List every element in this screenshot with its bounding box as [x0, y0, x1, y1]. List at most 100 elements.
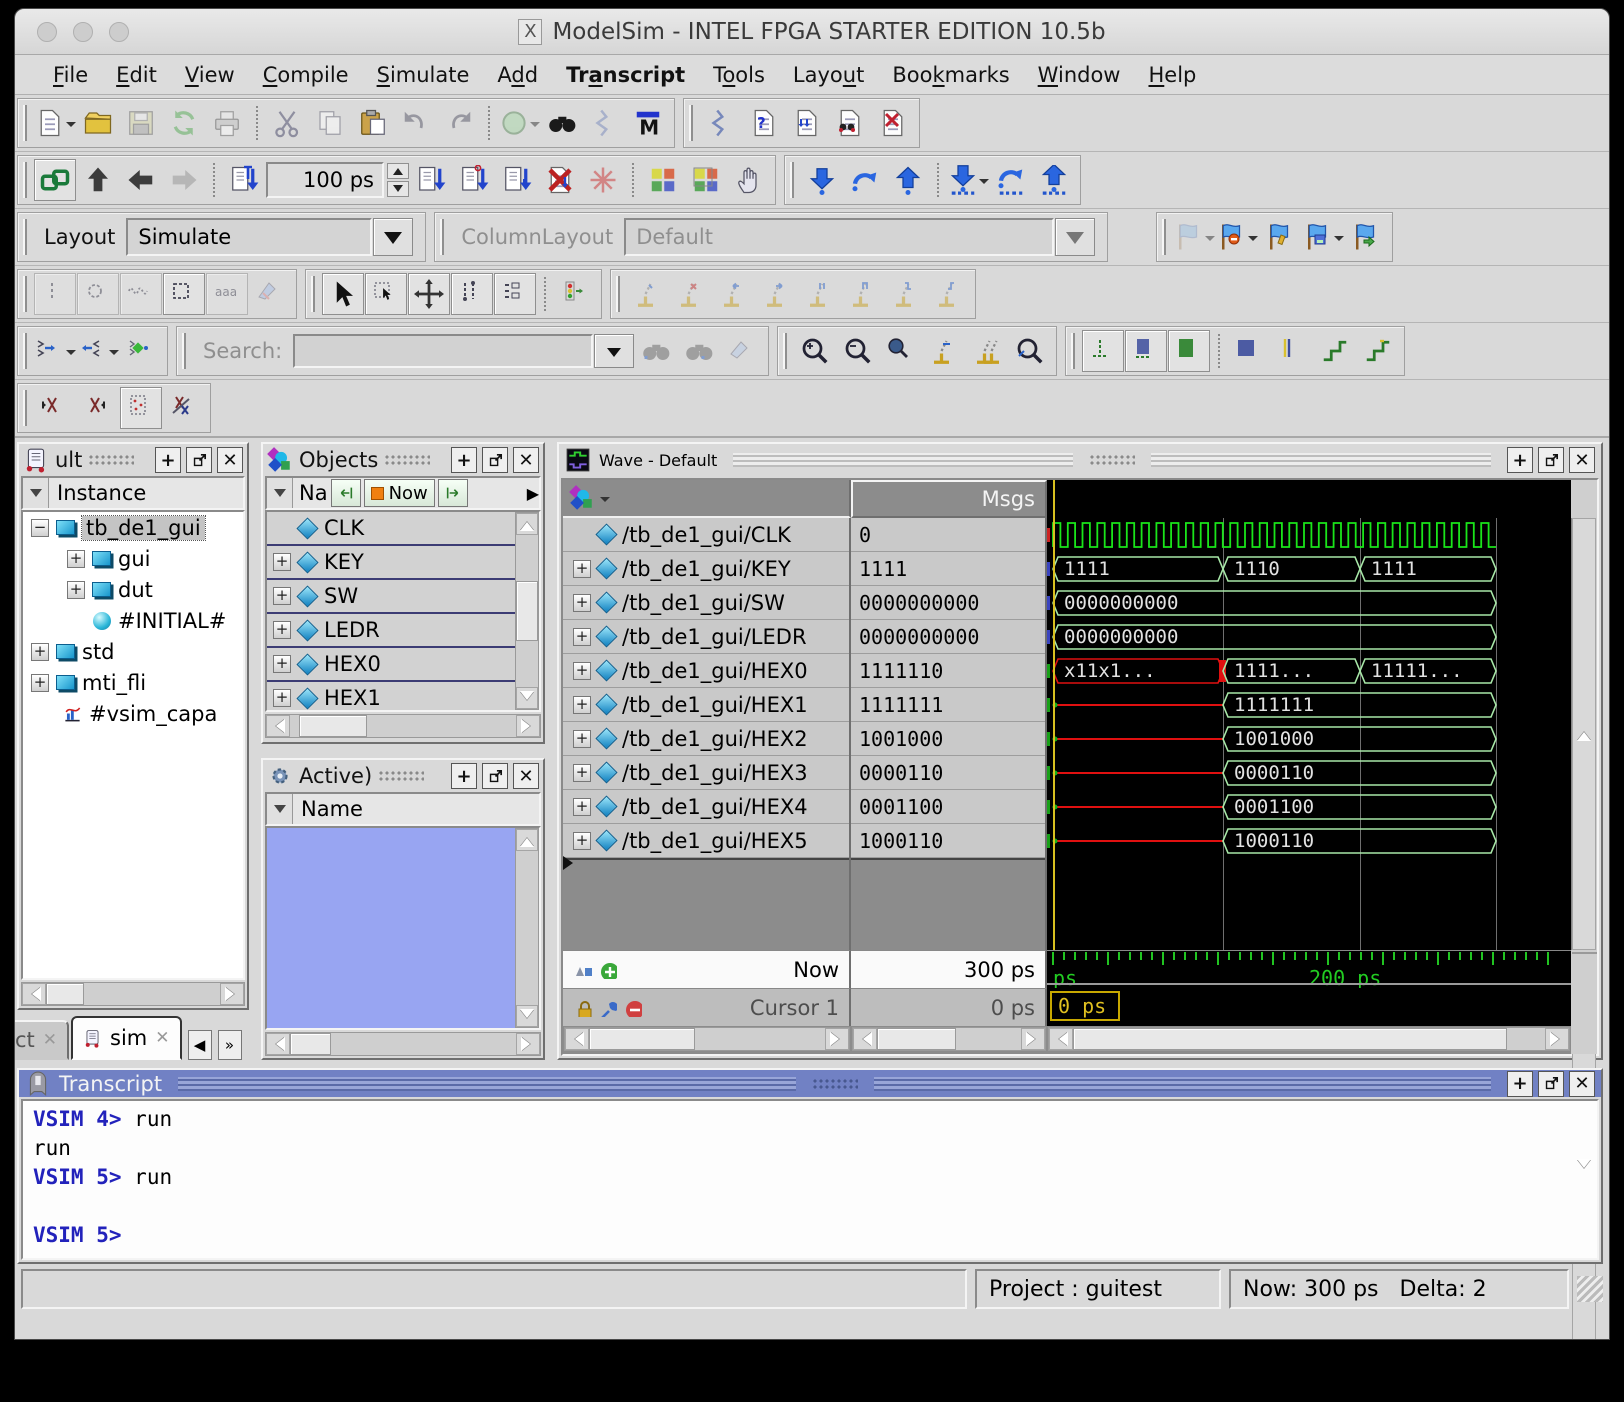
column-layout-dropdown-button[interactable]: [1055, 218, 1095, 256]
bookmark-delete-dropdown[interactable]: [1248, 236, 1258, 246]
signal-row[interactable]: +/tb_de1_gui/SW: [563, 586, 849, 620]
expand-dropdown[interactable]: [530, 122, 540, 132]
instance-column-header[interactable]: Instance: [21, 476, 245, 510]
msgs-column-header[interactable]: Msgs: [851, 480, 1047, 518]
panel-close-button[interactable]: ✕: [1569, 1071, 1595, 1097]
menu-add[interactable]: Add: [483, 63, 552, 87]
object-row-hex1[interactable]: +HEX1: [267, 682, 515, 712]
sim-hscrollbar[interactable]: [21, 982, 245, 1006]
tab-close-icon[interactable]: ✕: [43, 1030, 57, 1050]
run-length-input[interactable]: 100 ps: [266, 162, 384, 198]
copy-button[interactable]: [309, 102, 351, 144]
scroll-right-button[interactable]: [220, 983, 244, 1005]
search-up-button[interactable]: [678, 330, 720, 372]
tab-project[interactable]: ct✕: [14, 1020, 69, 1060]
scroll-up-button[interactable]: [1572, 518, 1596, 950]
toolbar-grip[interactable]: [440, 219, 444, 255]
scroll-left-button[interactable]: [853, 1028, 877, 1050]
search-input[interactable]: [293, 334, 593, 368]
scroll-right-button[interactable]: [825, 1028, 849, 1050]
active-hscrollbar[interactable]: [265, 1032, 541, 1056]
redo-button[interactable]: [438, 102, 480, 144]
wave-region-button[interactable]: [1228, 330, 1270, 372]
waveform-row[interactable]: 1001000: [1047, 722, 1571, 756]
active-vscrollbar[interactable]: [515, 828, 539, 1028]
wave-vscrollbar[interactable]: [1571, 518, 1597, 950]
zoom-in-button[interactable]: [794, 330, 836, 372]
pattern-b-button[interactable]: [685, 159, 727, 201]
window-titlebar[interactable]: X ModelSim - INTEL FPGA STARTER EDITION …: [15, 9, 1609, 55]
wave-steps-b-button[interactable]: [1314, 330, 1356, 372]
tree-row-gui[interactable]: +gui: [23, 543, 243, 574]
toolbar-grip[interactable]: [689, 105, 693, 141]
expand-icon[interactable]: +: [573, 594, 591, 612]
text-tool-button[interactable]: aaa: [206, 273, 248, 315]
toolbar-grip[interactable]: [23, 333, 27, 369]
toolbar-grip[interactable]: [783, 333, 787, 369]
exclude-unknown-button[interactable]: [163, 387, 205, 429]
expand-dropdown[interactable]: [109, 350, 119, 360]
expand-icon[interactable]: +: [67, 550, 85, 568]
run-button[interactable]: [410, 159, 452, 201]
zoom-window-button[interactable]: [109, 22, 129, 42]
expand-dropdown[interactable]: [66, 350, 76, 360]
waveform-row[interactable]: 111111101111: [1047, 552, 1571, 586]
toolbar-grip[interactable]: [23, 390, 27, 426]
panel-float-button[interactable]: [1538, 1071, 1564, 1097]
zoom-range-button[interactable]: [966, 330, 1008, 372]
spin-down-button[interactable]: [387, 181, 409, 197]
toolbar-grip[interactable]: [311, 276, 315, 312]
scroll-right-button[interactable]: [1545, 1028, 1569, 1050]
wave-header-canvas[interactable]: [1047, 480, 1571, 518]
bookmark-dropdown[interactable]: [1205, 236, 1215, 246]
collapse-icon[interactable]: −: [31, 519, 49, 537]
cut-button[interactable]: [266, 102, 308, 144]
color-tool-button[interactable]: [249, 273, 291, 315]
edit-cursor-icon[interactable]: [598, 998, 617, 1017]
unknown-doc-button[interactable]: [120, 387, 162, 429]
panel-drag-handle[interactable]: [1089, 454, 1135, 466]
waveform-row[interactable]: 0001100: [1047, 790, 1571, 824]
menu-help[interactable]: Help: [1134, 63, 1210, 87]
environment-forward-button[interactable]: [163, 159, 205, 201]
pan-mode-button[interactable]: [408, 273, 450, 315]
object-row-ledr[interactable]: +LEDR: [267, 614, 515, 648]
box-tool-button[interactable]: [163, 273, 205, 315]
menu-transcript[interactable]: Transcript: [552, 63, 699, 87]
run-length-spinner[interactable]: [387, 163, 409, 197]
search-down-button[interactable]: [635, 330, 677, 372]
line-tool-button[interactable]: [34, 273, 76, 315]
wave-steps-a-button[interactable]: [1271, 330, 1313, 372]
new-file-dropdown[interactable]: [66, 122, 76, 132]
environment-back-button[interactable]: [120, 159, 162, 201]
bookmark-toggle-button[interactable]: [1173, 216, 1215, 258]
tab-sim[interactable]: sim✕: [71, 1016, 181, 1060]
signal-row[interactable]: +/tb_de1_gui/HEX3: [563, 756, 849, 790]
wave-select-view-button[interactable]: [1125, 330, 1167, 372]
tree-row-std[interactable]: +std: [23, 636, 243, 667]
step-into-current-button[interactable]: [947, 159, 989, 201]
bookmark-edit-button[interactable]: [1259, 216, 1301, 258]
remove-doc-button[interactable]: [872, 102, 914, 144]
panel-add-button[interactable]: +: [155, 447, 181, 473]
expand-icon[interactable]: +: [573, 730, 591, 748]
cursor-track[interactable]: 0 ps: [1047, 988, 1571, 1026]
zoom-mode-button[interactable]: [365, 273, 407, 315]
edit-timeline-icon[interactable]: [573, 960, 592, 979]
objects-hscrollbar[interactable]: [265, 714, 541, 738]
ellipse-tool-button[interactable]: [77, 273, 119, 315]
waveform-row[interactable]: 0000000000: [1047, 620, 1571, 654]
bookmark-delete-button[interactable]: [1216, 216, 1258, 258]
print-button[interactable]: [206, 102, 248, 144]
expand-icon[interactable]: +: [573, 832, 591, 850]
scroll-down-button[interactable]: [516, 1005, 538, 1027]
environment-up-button[interactable]: [77, 159, 119, 201]
step-over-current-button[interactable]: [990, 159, 1032, 201]
signal-filter-button[interactable]: [554, 273, 596, 315]
waveform-row[interactable]: x11x1...1111...11111...: [1047, 654, 1571, 688]
prev-edge-button[interactable]: [799, 273, 841, 315]
waveform-row[interactable]: [1047, 518, 1571, 552]
minimize-window-button[interactable]: [73, 22, 93, 42]
wave-cursor-view-button[interactable]: [1082, 330, 1124, 372]
step-out-button[interactable]: [887, 159, 929, 201]
